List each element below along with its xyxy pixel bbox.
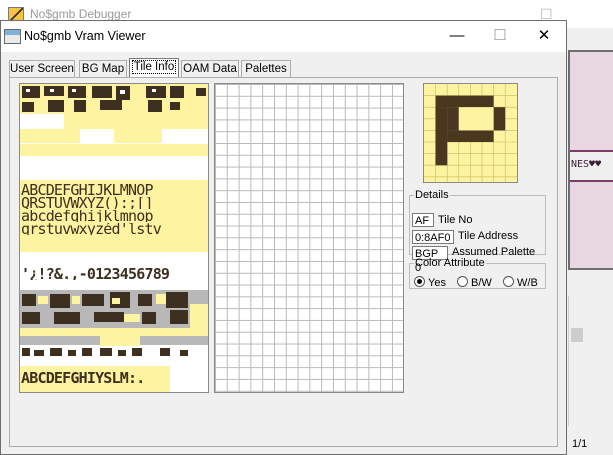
game-status-text: NES♥♥ (571, 159, 602, 170)
tile-sheet-graphics (20, 84, 208, 392)
tile-zoom-preview (423, 83, 518, 183)
radio-bw[interactable]: B/W (457, 276, 492, 290)
close-button[interactable]: ✕ (521, 21, 567, 52)
tile-row-lowercase-2: qrstuvwxyzéd'lstv (21, 223, 162, 235)
tile-p-glyph (424, 84, 517, 182)
tile-address-label: Tile Address (458, 230, 519, 242)
vram-viewer-window: No$gmb Vram Viewer — ☐ ✕ User Screen BG … (0, 20, 567, 455)
window-icon (4, 29, 21, 44)
minimize-button[interactable]: — (434, 21, 480, 52)
tab-palettes[interactable]: Palettes (241, 60, 291, 77)
tile-row-bold-letters: ABCDEFGHIYSLM:. (21, 372, 145, 384)
tile-address-value: 0:8AF0 (412, 230, 454, 244)
page-indicator: 1/1 (572, 438, 588, 450)
details-group: Details AF Tile No 0:8AF0 Tile Address B… (409, 189, 546, 274)
tile-no-value: AF (412, 213, 434, 227)
debugger-scrollbar[interactable] (568, 296, 613, 426)
tile-row-uppercase-2: QRSTUVWXYZ():;[] (21, 197, 154, 209)
maximize-button[interactable]: ☐ (477, 21, 523, 52)
tab-bg-map[interactable]: BG Map (79, 60, 127, 77)
tile-no-label: Tile No (438, 214, 473, 226)
game-screen-preview: NES♥♥ (568, 50, 613, 270)
tile-sheet[interactable]: ABCDEFGHIJKLMNOP QRSTUVWXYZ():;[] abcdef… (19, 83, 209, 393)
tile-info-panel: ABCDEFGHIJKLMNOP QRSTUVWXYZ():;[] abcdef… (9, 77, 558, 447)
color-attribute-group: Color Attribute Yes B/W W/B (409, 257, 546, 289)
scrollbar-thumb[interactable] (571, 328, 583, 342)
radio-empty-icon (503, 276, 514, 287)
details-legend: Details (415, 189, 449, 201)
color-attribute-legend: Color Attribute (415, 257, 485, 269)
debugger-title: No$gmb Debugger (30, 7, 132, 21)
vram-title-bar: No$gmb Vram Viewer — ☐ ✕ (1, 21, 566, 52)
game-status-bar: NES♥♥ (570, 150, 613, 182)
radio-wb[interactable]: W/B (503, 276, 538, 290)
tab-oam-data[interactable]: OAM Data (181, 60, 239, 77)
tile-row-lowercase-1: abcdefghijklmnop (21, 210, 154, 222)
tab-tile-info[interactable]: Tile Info (129, 58, 179, 78)
radio-empty-icon (457, 276, 468, 287)
tile-row-digits: '¿!?&.,-0123456789 (21, 268, 170, 280)
vram-window-title: No$gmb Vram Viewer (24, 29, 146, 43)
tile-row-uppercase-1: ABCDEFGHIJKLMNOP (21, 184, 154, 196)
tile-grid[interactable] (214, 83, 404, 393)
tab-user-screen[interactable]: User Screen (9, 60, 75, 77)
radio-selected-icon (414, 276, 425, 287)
radio-yes[interactable]: Yes (414, 276, 446, 290)
